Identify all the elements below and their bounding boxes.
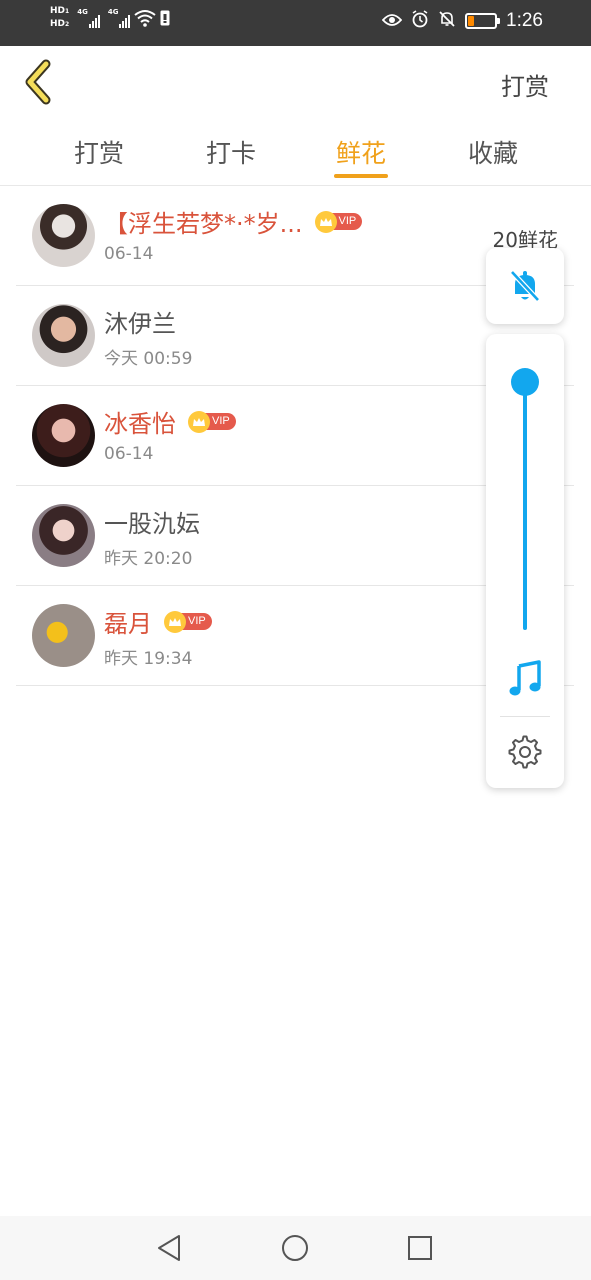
volume-slider-thumb[interactable] [511, 368, 539, 396]
name-line: 磊月 VIP [104, 604, 212, 639]
vip-badge: VIP [188, 410, 236, 433]
hd-indicators: HD1 HD2 [50, 6, 69, 30]
user-name: 沐伊兰 [104, 310, 176, 338]
timestamp: 昨天 20:20 [104, 549, 193, 569]
wifi-icon [134, 9, 157, 27]
tab-checkin[interactable]: 打卡 [204, 134, 258, 182]
avatar[interactable] [32, 404, 95, 467]
tab-label: 鲜花 [335, 139, 386, 168]
crown-icon [188, 410, 210, 433]
nav-home-button[interactable] [277, 1230, 313, 1266]
music-note-icon [509, 660, 541, 696]
panel-divider [500, 716, 550, 717]
name-line: 【浮生若梦*·*岁... VIP [104, 204, 363, 239]
vip-badge: VIP [314, 210, 363, 233]
user-name: 磊月 [104, 610, 152, 638]
square-recents-icon [408, 1236, 432, 1260]
triangle-back-icon [158, 1235, 180, 1261]
alarm-icon [411, 10, 429, 32]
signal-2-icon: 4G [108, 8, 131, 28]
name-line: 沐伊兰 VIP [104, 304, 176, 339]
volume-panel [486, 334, 564, 788]
avatar[interactable] [32, 204, 95, 267]
tab-flowers[interactable]: 鲜花 [334, 134, 388, 182]
crown-icon [314, 210, 337, 233]
volume-slider-fill [523, 382, 527, 630]
status-left: HD1 HD2 4G 4G [50, 6, 170, 30]
timestamp: 06-14 [104, 444, 154, 464]
crown-icon [164, 610, 186, 633]
name-line: 冰香怡 VIP [104, 404, 236, 439]
music-button[interactable] [506, 660, 544, 698]
hd1-indicator: HD1 [50, 6, 70, 16]
eye-icon [381, 12, 403, 31]
status-time: 1:26 [506, 10, 543, 31]
battery-fill [468, 16, 475, 26]
tab-label: 收藏 [467, 139, 518, 168]
status-bar: HD1 HD2 4G 4G 1:26 [0, 0, 591, 46]
signal-1-icon: 4G [77, 8, 100, 28]
nav-back-button[interactable] [152, 1230, 188, 1266]
gear-icon [508, 735, 542, 769]
battery-icon [465, 13, 501, 29]
avatar[interactable] [32, 504, 95, 567]
avatar[interactable] [32, 604, 95, 667]
tab-label: 打卡 [205, 139, 256, 168]
user-name: 【浮生若梦*·*岁... [104, 210, 303, 238]
settings-button[interactable] [508, 735, 542, 769]
header: 打赏 [0, 46, 591, 118]
timestamp: 06-14 [104, 244, 154, 264]
vip-badge: VIP [164, 610, 212, 633]
system-navigation-bar [0, 1216, 591, 1280]
sim-card-icon [160, 10, 170, 26]
hd2-indicator: HD2 [50, 19, 70, 29]
tab-label: 打赏 [73, 139, 124, 168]
bell-off-icon [510, 270, 540, 302]
tab-reward[interactable]: 打赏 [72, 134, 126, 182]
header-reward-button[interactable]: 打赏 [501, 67, 549, 102]
timestamp: 今天 00:59 [104, 349, 193, 369]
timestamp: 昨天 19:34 [104, 649, 193, 669]
user-name: 一股氿妘 [104, 510, 200, 538]
status-right: 1:26 [381, 10, 543, 32]
circle-home-icon [282, 1235, 308, 1261]
chevron-left-icon [25, 59, 51, 105]
back-button[interactable] [20, 58, 60, 106]
notification-off-icon [438, 10, 456, 32]
avatar[interactable] [32, 304, 95, 367]
user-name: 冰香怡 [104, 410, 176, 438]
tab-underline [334, 174, 388, 178]
name-line: 一股氿妘 VIP [104, 504, 200, 539]
volume-slider[interactable] [523, 382, 527, 630]
nav-recents-button[interactable] [402, 1230, 438, 1266]
tab-favorites[interactable]: 收藏 [466, 134, 520, 182]
mute-toggle-button[interactable] [486, 248, 564, 324]
tab-bar: 打赏 打卡 鲜花 收藏 [0, 118, 591, 186]
